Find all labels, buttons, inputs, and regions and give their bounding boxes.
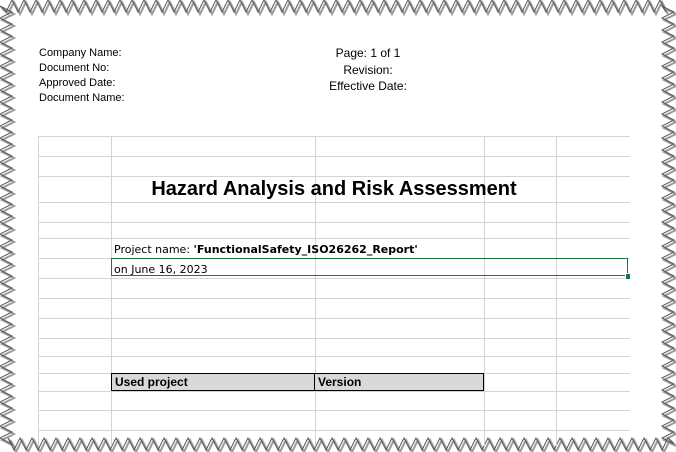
header-document-no: Document No: — [39, 62, 110, 74]
project-name-cell[interactable]: Project name: 'FunctionalSafety_ISO26262… — [114, 242, 418, 258]
header-document-name: Document Name: — [39, 92, 125, 104]
header-approved-date: Approved Date: — [39, 77, 116, 89]
header-revision: Revision: — [343, 63, 393, 77]
version-header[interactable]: Version — [314, 373, 484, 391]
project-name-value: 'FunctionalSafety_ISO26262_Report' — [193, 243, 418, 256]
cell-selection — [111, 258, 628, 276]
used-project-header[interactable]: Used project — [111, 373, 315, 391]
header-effective-date: Effective Date: — [329, 79, 407, 93]
header-page: Page: 1 of 1 — [335, 46, 401, 60]
header-company-name: Company Name: — [39, 47, 122, 59]
project-name-label: Project name: — [114, 243, 194, 256]
spreadsheet-area[interactable]: Hazard Analysis and Risk Assessment Proj… — [38, 136, 630, 446]
fill-handle[interactable] — [625, 273, 630, 280]
report-title: Hazard Analysis and Risk Assessment — [151, 178, 517, 200]
